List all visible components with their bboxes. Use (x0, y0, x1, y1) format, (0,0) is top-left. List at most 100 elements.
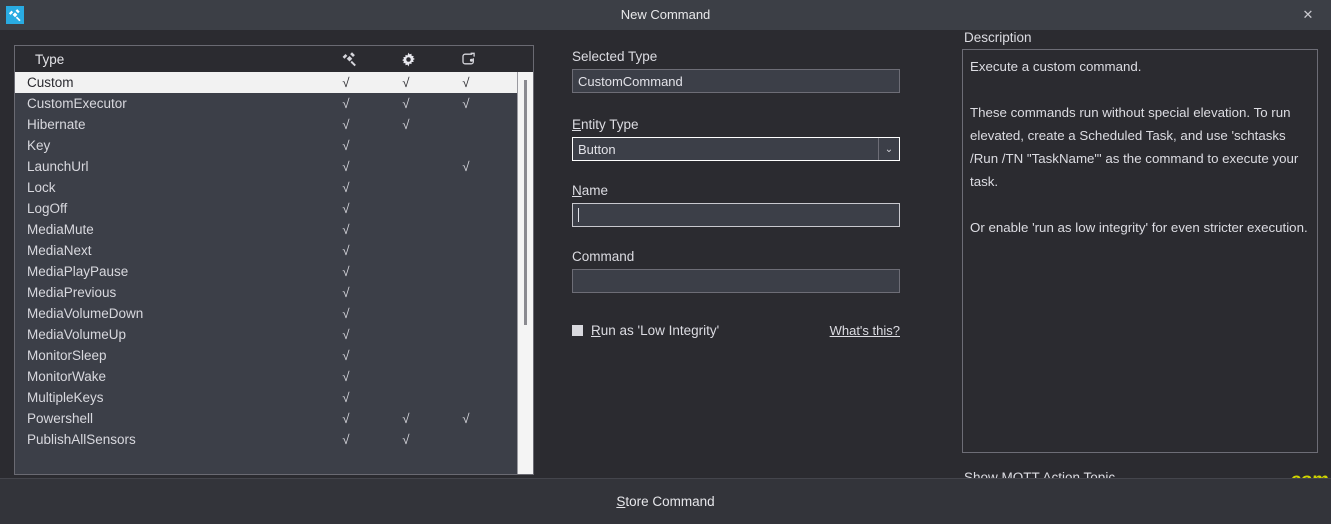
list-rows: Custom √ √ √ CustomExecutor √ √ √ Hibernate √ √ Key… (15, 72, 517, 474)
table-row[interactable]: Custom √ √ √ (15, 72, 517, 93)
row-type-name: Key (27, 138, 51, 153)
satellite-icon[interactable] (332, 46, 366, 72)
table-row[interactable]: MonitorSleep √ (15, 345, 517, 366)
check-agent: √ (342, 264, 350, 279)
check-agent: √ (342, 390, 350, 405)
check-agent: √ (342, 117, 350, 132)
satellite-icon (6, 6, 24, 24)
check-agent: √ (342, 411, 350, 426)
store-command-button[interactable]: Store Command (0, 479, 1331, 524)
check-agent: √ (342, 180, 350, 195)
table-row[interactable]: MediaVolumeDown √ (15, 303, 517, 324)
entity-type-select[interactable]: Button ⌄ (572, 137, 900, 161)
row-type-name: Hibernate (27, 117, 86, 132)
check-agent: √ (342, 75, 350, 90)
list-scrollbar[interactable] (517, 72, 533, 474)
row-type-name: LogOff (27, 201, 68, 216)
window-title: New Command (620, 7, 711, 22)
low-integrity-row: Run as 'Low Integrity' What's this? (572, 323, 900, 338)
row-type-name: PublishAllSensors (27, 432, 136, 447)
low-integrity-accel: R (591, 323, 601, 338)
check-service: √ (402, 96, 410, 111)
check-agent: √ (342, 285, 350, 300)
row-type-name: CustomExecutor (27, 96, 127, 111)
check-action: √ (462, 411, 470, 426)
column-header-type[interactable]: Type (15, 52, 64, 67)
row-type-name: MonitorWake (27, 369, 107, 384)
table-row[interactable]: LogOff √ (15, 198, 517, 219)
table-row[interactable]: MediaVolumeUp √ (15, 324, 517, 345)
row-type-name: MediaVolumeUp (27, 327, 127, 342)
row-type-name: MediaNext (27, 243, 92, 258)
gear-icon[interactable] (391, 46, 425, 72)
chevron-down-icon[interactable]: ⌄ (878, 138, 899, 160)
table-row[interactable]: MediaPrevious √ (15, 282, 517, 303)
entity-type-label-rest: ntity Type (581, 117, 639, 132)
dialog-body: Type Custom √ √ √ CustomExecutor √ √ √ H… (0, 30, 1331, 524)
check-agent: √ (342, 432, 350, 447)
check-action: √ (462, 96, 470, 111)
table-row[interactable]: Powershell √ √ √ (15, 408, 517, 429)
table-row[interactable]: PublishAllSensors √ √ (15, 429, 517, 450)
low-integrity-checkbox[interactable] (572, 325, 583, 336)
row-type-name: MediaPrevious (27, 285, 117, 300)
row-type-name: MediaMute (27, 222, 94, 237)
row-type-name: MediaVolumeDown (27, 306, 144, 321)
row-type-name: Lock (27, 180, 56, 195)
entity-type-value: Button (578, 141, 616, 157)
row-type-name: LaunchUrl (27, 159, 89, 174)
row-type-name: Powershell (27, 411, 94, 426)
store-command-accel: S (616, 494, 626, 509)
selected-type-input[interactable]: CustomCommand (572, 69, 900, 93)
check-agent: √ (342, 201, 350, 216)
text-caret (578, 208, 579, 222)
close-icon[interactable]: ✕ (1285, 0, 1331, 30)
command-type-list[interactable]: Type Custom √ √ √ CustomExecutor √ √ √ H… (14, 45, 534, 475)
check-service: √ (402, 411, 410, 426)
name-input[interactable] (572, 203, 900, 227)
description-text: Execute a custom command. These commands… (962, 49, 1318, 453)
check-agent: √ (342, 306, 350, 321)
table-row[interactable]: Lock √ (15, 177, 517, 198)
whats-this-link[interactable]: What's this? (830, 323, 900, 338)
check-service: √ (402, 75, 410, 90)
table-row[interactable]: CustomExecutor √ √ √ (15, 93, 517, 114)
check-agent: √ (342, 138, 350, 153)
description-panel: Description Execute a custom command. Th… (962, 30, 1318, 485)
table-row[interactable]: Key √ (15, 135, 517, 156)
description-label: Description (964, 30, 1032, 45)
scrollbar-thumb[interactable] (524, 80, 527, 325)
selected-type-label: Selected Type (572, 49, 658, 64)
table-row[interactable]: Hibernate √ √ (15, 114, 517, 135)
check-agent: √ (342, 159, 350, 174)
check-action: √ (462, 159, 470, 174)
title-bar: New Command ✕ (0, 0, 1331, 30)
check-agent: √ (342, 327, 350, 342)
row-type-name: Custom (27, 75, 74, 90)
check-service: √ (402, 432, 410, 447)
name-field: Name (572, 183, 900, 227)
name-label-rest: ame (581, 183, 609, 198)
entity-type-accel: E (572, 117, 582, 132)
action-icon[interactable] (452, 46, 486, 72)
entity-type-label: Entity Type (572, 117, 900, 132)
table-row[interactable]: MultipleKeys √ (15, 387, 517, 408)
table-row[interactable]: LaunchUrl √ √ (15, 156, 517, 177)
low-integrity-label[interactable]: Run as 'Low Integrity' (591, 323, 719, 338)
row-type-name: MonitorSleep (27, 348, 107, 363)
command-input[interactable] (572, 269, 900, 293)
command-label: Command (572, 249, 635, 264)
row-type-name: MediaPlayPause (27, 264, 129, 279)
selected-type-field: Selected Type CustomCommand (572, 49, 900, 93)
table-row[interactable]: MediaPlayPause √ (15, 261, 517, 282)
table-row[interactable]: MediaNext √ (15, 240, 517, 261)
table-row[interactable]: MediaMute √ (15, 219, 517, 240)
check-agent: √ (342, 222, 350, 237)
table-row[interactable]: MonitorWake √ (15, 366, 517, 387)
list-header: Type (15, 46, 533, 72)
footer-bar: Store Command (0, 478, 1331, 524)
check-action: √ (462, 75, 470, 90)
selected-type-value: CustomCommand (578, 73, 683, 89)
check-agent: √ (342, 96, 350, 111)
check-service: √ (402, 117, 410, 132)
